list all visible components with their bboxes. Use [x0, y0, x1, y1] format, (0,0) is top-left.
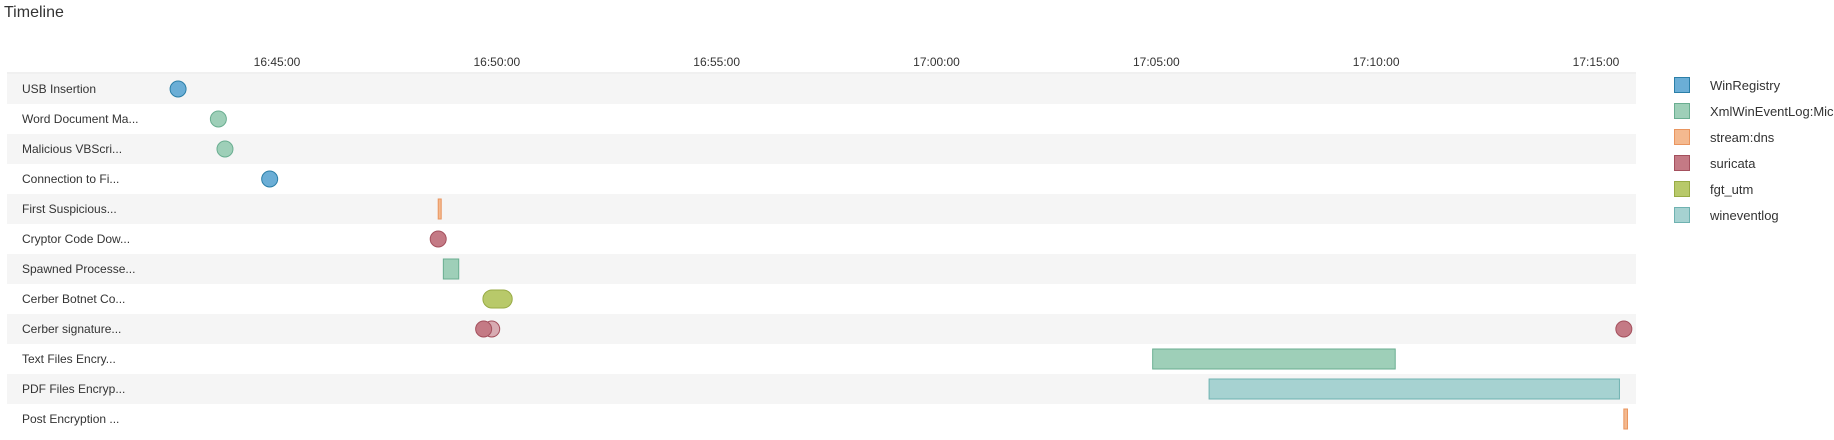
x-tick-label: 17:05:00: [1133, 55, 1180, 69]
legend-label: fgt_utm: [1710, 181, 1754, 197]
row-label: Malicious VBScri...: [22, 142, 122, 156]
event-point: [261, 170, 279, 188]
row-label: Word Document Ma...: [22, 112, 138, 126]
row-band: [7, 254, 1636, 284]
event-bar: [482, 289, 513, 309]
legend-swatch: [1674, 103, 1690, 119]
row-label: Cerber signature...: [22, 322, 121, 336]
row-label: Cerber Botnet Co...: [22, 292, 125, 306]
legend-label: suricata: [1710, 155, 1756, 171]
legend-label: stream:dns: [1710, 129, 1775, 145]
legend-label: WinRegistry: [1710, 77, 1781, 93]
legend-label: XmlWinEventLog:Microsoft-Windows-Sysmon/…: [1710, 103, 1834, 119]
legend: WinRegistry XmlWinEventLog:Microsoft-Wind…: [1674, 72, 1834, 228]
event-bar: [1208, 378, 1620, 400]
timeline-chart: 16:45:00 16:50:00 16:55:00 17:00:00 17:05:00…: [7, 55, 1636, 430]
row-label: Post Encryption ...: [22, 412, 119, 426]
row-band: [7, 74, 1636, 104]
legend-item[interactable]: wineventlog: [1674, 202, 1834, 228]
x-tick-label: 16:50:00: [473, 55, 520, 69]
legend-swatch: [1674, 181, 1690, 197]
event-point: [216, 140, 234, 158]
event-point: [429, 230, 447, 248]
legend-item[interactable]: suricata: [1674, 150, 1834, 176]
event-bar: [1152, 348, 1396, 370]
legend-swatch: [1674, 155, 1690, 171]
row-label: USB Insertion: [22, 82, 96, 96]
legend-item[interactable]: WinRegistry: [1674, 72, 1834, 98]
event-bar: [1623, 408, 1629, 430]
row-label: Cryptor Code Dow...: [22, 232, 130, 246]
row-label: First Suspicious...: [22, 202, 117, 216]
x-tick-label: 16:55:00: [693, 55, 740, 69]
legend-swatch: [1674, 207, 1690, 223]
row-label: Text Files Encry...: [22, 352, 116, 366]
row-label: Spawned Processe...: [22, 262, 135, 276]
x-tick-label: 16:45:00: [254, 55, 301, 69]
legend-swatch: [1674, 129, 1690, 145]
event-point: [1615, 320, 1633, 338]
legend-item[interactable]: stream:dns: [1674, 124, 1834, 150]
x-tick-label: 17:10:00: [1353, 55, 1400, 69]
legend-label: wineventlog: [1710, 207, 1779, 223]
legend-item[interactable]: XmlWinEventLog:Microsoft-Windows-Sysmon/…: [1674, 98, 1834, 124]
event-bar: [442, 258, 460, 280]
event-point: [169, 80, 187, 98]
x-tick-label: 17:15:00: [1573, 55, 1620, 69]
event-point: [475, 320, 493, 338]
legend-item[interactable]: fgt_utm: [1674, 176, 1834, 202]
event-bar: [437, 198, 442, 220]
event-point: [209, 110, 227, 128]
row-label: Connection to Fi...: [22, 172, 119, 186]
row-label: PDF Files Encryp...: [22, 382, 125, 396]
legend-swatch: [1674, 77, 1690, 93]
row-band: [7, 134, 1636, 164]
row-band: [7, 194, 1636, 224]
row-band: [7, 314, 1636, 344]
x-tick-label: 17:00:00: [913, 55, 960, 69]
